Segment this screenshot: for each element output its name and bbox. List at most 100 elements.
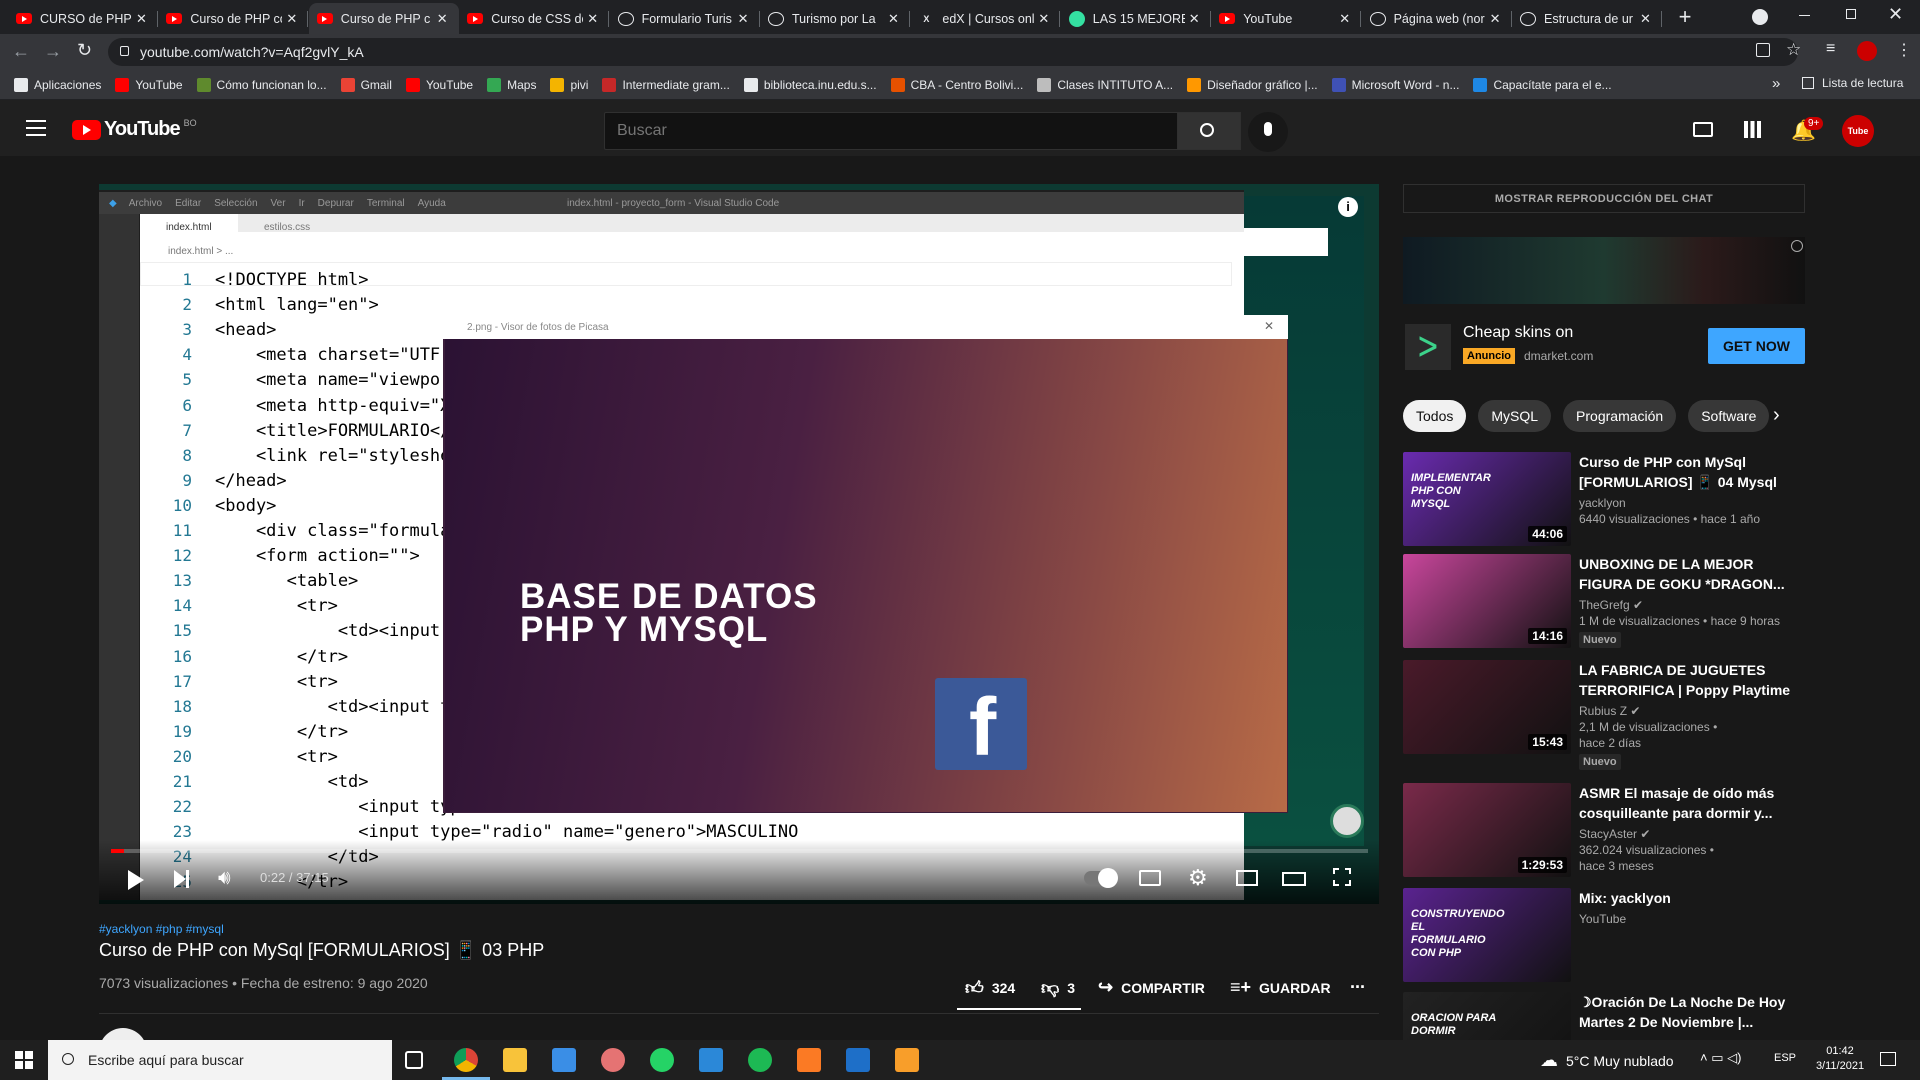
- sublime-icon[interactable]: [895, 1048, 919, 1072]
- bookmark-item[interactable]: Clases INTITUTO A...: [1037, 77, 1173, 92]
- tab-close-icon[interactable]: ✕: [1038, 11, 1052, 27]
- voice-search-button[interactable]: [1248, 112, 1288, 152]
- bookmark-item[interactable]: Diseñador gráfico |...: [1187, 77, 1318, 92]
- avatar[interactable]: Tube: [1842, 115, 1874, 147]
- paint-icon[interactable]: [601, 1048, 625, 1072]
- search-button[interactable]: [1177, 112, 1241, 150]
- video-thumbnail[interactable]: 15:43: [1403, 660, 1571, 754]
- browser-tab[interactable]: XedX | Cursos onl ✕: [910, 3, 1061, 34]
- ad-info-icon[interactable]: [1791, 240, 1803, 252]
- bookmark-item[interactable]: Intermediate gram...: [602, 77, 730, 92]
- autoplay-toggle[interactable]: [1084, 868, 1118, 888]
- address-bar[interactable]: youtube.com/watch?v=Aqf2gvlY_kA: [108, 38, 1798, 66]
- bookmark-item[interactable]: biblioteca.inu.edu.s...: [743, 77, 877, 92]
- bookmark-item[interactable]: Capacítate para el e...: [1473, 77, 1612, 92]
- spotify-icon[interactable]: [748, 1048, 772, 1072]
- bookmark-star-icon[interactable]: ☆: [1786, 40, 1801, 60]
- notification-center-icon[interactable]: [1880, 1052, 1896, 1066]
- theater-mode-icon[interactable]: [1282, 872, 1306, 886]
- back-icon[interactable]: ←: [12, 41, 30, 62]
- chips-next-icon[interactable]: ›: [1773, 404, 1780, 427]
- progress-bar[interactable]: [111, 849, 1368, 853]
- fullscreen-icon[interactable]: [1333, 868, 1351, 886]
- share-button[interactable]: ↪ COMPARTIR: [1098, 977, 1205, 998]
- ad-banner-image[interactable]: [1403, 237, 1805, 304]
- tab-close-icon[interactable]: ✕: [437, 11, 451, 27]
- bookmark-item[interactable]: YouTube: [115, 77, 183, 92]
- search-input[interactable]: [604, 112, 1178, 150]
- install-icon[interactable]: [1756, 43, 1770, 57]
- forward-icon[interactable]: →: [44, 41, 62, 62]
- dislike-button[interactable]: 👎︎ 3: [1041, 977, 1075, 999]
- tab-close-icon[interactable]: ✕: [1339, 11, 1353, 27]
- windows-start-icon[interactable]: [15, 1051, 33, 1069]
- task-view-icon[interactable]: [405, 1051, 423, 1069]
- taskbar-search-box[interactable]: Escribe aquí para buscar: [48, 1040, 392, 1080]
- filter-chip[interactable]: Software: [1688, 400, 1770, 432]
- tab-close-icon[interactable]: ✕: [1189, 11, 1203, 27]
- browser-tab[interactable]: Formulario Turis ✕: [610, 3, 760, 34]
- hamburger-menu-icon[interactable]: [26, 120, 46, 136]
- create-video-icon[interactable]: [1693, 122, 1713, 137]
- browser-tab[interactable]: LAS 15 MEJORE ✕: [1061, 3, 1211, 34]
- tab-close-icon[interactable]: ✕: [888, 11, 902, 27]
- play-button[interactable]: [128, 870, 144, 890]
- reading-list-button[interactable]: Lista de lectura: [1802, 76, 1903, 90]
- tab-close-icon[interactable]: ✕: [286, 11, 300, 27]
- bookmark-item[interactable]: pivi: [550, 77, 588, 92]
- filter-chip[interactable]: Programación: [1563, 400, 1677, 432]
- close-window-icon[interactable]: ✕: [1888, 4, 1903, 25]
- input-language[interactable]: ESP: [1774, 1052, 1796, 1064]
- browser-tab[interactable]: Página web (nor ✕: [1362, 3, 1512, 34]
- volume-icon[interactable]: 🔊︎: [218, 867, 231, 890]
- recommendation-item[interactable]: IMPLEMENTAR PHP CON MYSQL 44:06 Curso de P…: [1403, 452, 1805, 548]
- tab-close-icon[interactable]: ✕: [136, 11, 150, 27]
- youtube-logo[interactable]: YouTube BO: [72, 118, 197, 141]
- miniplayer-icon[interactable]: [1236, 870, 1258, 886]
- filter-chip[interactable]: Todos: [1403, 400, 1467, 432]
- settings-gear-icon[interactable]: ⚙: [1188, 865, 1208, 891]
- new-tab-button[interactable]: +: [1673, 4, 1697, 30]
- browser-tab[interactable]: Estructura de ur ✕: [1512, 3, 1662, 34]
- browser-tab[interactable]: CURSO de PHP | ✕: [8, 3, 158, 34]
- video-hashtags[interactable]: #yacklyon #php #mysql: [99, 922, 224, 936]
- bookmark-item[interactable]: YouTube: [405, 77, 473, 92]
- apps-grid-icon[interactable]: [1744, 121, 1761, 138]
- video-thumbnail[interactable]: 14:16: [1403, 554, 1571, 648]
- chrome-taskbar-icon[interactable]: [454, 1048, 478, 1072]
- video-info-icon[interactable]: i: [1338, 197, 1358, 217]
- whatsapp-icon[interactable]: [650, 1048, 674, 1072]
- browser-menu-icon[interactable]: ⋮: [1896, 40, 1912, 60]
- more-actions-button[interactable]: ...: [1350, 972, 1365, 993]
- extension-icon[interactable]: [1857, 41, 1877, 61]
- recommendation-item[interactable]: 15:43 LA FABRICA DE JUGUETES TERRORIFICA …: [1403, 660, 1805, 770]
- bookmark-item[interactable]: CBA - Centro Bolivi...: [890, 77, 1023, 92]
- ad-logo-icon[interactable]: ᐳ: [1405, 324, 1451, 370]
- media-control-icon[interactable]: ≡: [1826, 40, 1835, 58]
- file-explorer-icon[interactable]: [503, 1048, 527, 1072]
- video-thumbnail[interactable]: CONSTRUYENDO EL FORMULARIO CON PHP: [1403, 888, 1571, 982]
- browser-tab[interactable]: Turismo por La ✕: [760, 3, 910, 34]
- tab-close-icon[interactable]: ✕: [738, 11, 752, 27]
- bookmark-item[interactable]: Maps: [487, 77, 536, 92]
- browser-tab[interactable]: Curso de PHP c ✕: [308, 3, 459, 34]
- recommendation-item[interactable]: CONSTRUYENDO EL FORMULARIO CON PHP Mix: y…: [1403, 888, 1805, 984]
- weather-widget[interactable]: ☁ 5°C Muy nublado: [1540, 1050, 1674, 1071]
- tab-close-icon[interactable]: ✕: [1490, 11, 1504, 27]
- xampp-icon[interactable]: [797, 1048, 821, 1072]
- system-tray-icons[interactable]: ˄ ▭ ◁): [1700, 1050, 1741, 1066]
- bookmarks-more-button[interactable]: »: [1772, 75, 1780, 92]
- store-icon[interactable]: [552, 1048, 576, 1072]
- tab-close-icon[interactable]: ✕: [587, 11, 601, 27]
- minimize-icon[interactable]: [1799, 15, 1810, 16]
- clock[interactable]: 01:42 3/11/2021: [1812, 1044, 1868, 1074]
- show-chat-replay-button[interactable]: MOSTRAR REPRODUCCIÓN DEL CHAT: [1403, 184, 1805, 213]
- bookmark-item[interactable]: Gmail: [340, 77, 392, 92]
- bookmark-item[interactable]: Cómo funcionan lo...: [196, 77, 327, 92]
- browser-tab[interactable]: Curso de PHP co ✕: [158, 3, 309, 34]
- restore-icon[interactable]: [1846, 9, 1856, 19]
- next-button[interactable]: [174, 870, 189, 888]
- todo-icon[interactable]: [699, 1048, 723, 1072]
- tab-close-icon[interactable]: ✕: [1640, 11, 1654, 27]
- filter-chip[interactable]: MySQL: [1478, 400, 1552, 432]
